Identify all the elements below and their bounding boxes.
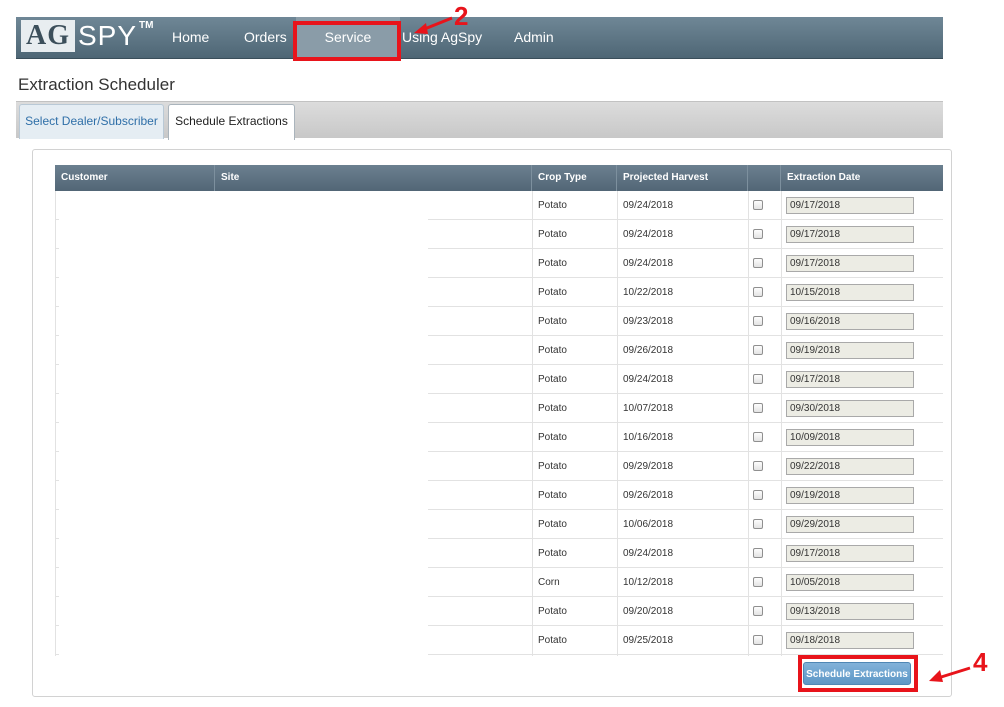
projected-harvest-cell: 10/22/2018: [623, 287, 674, 298]
crop-type-cell: Corn: [538, 577, 560, 588]
annotation-arrow-icon: [929, 666, 971, 682]
extraction-date-input[interactable]: [786, 458, 914, 475]
extraction-date-input[interactable]: [786, 313, 914, 330]
column-header-crop-type[interactable]: Crop Type: [532, 165, 617, 191]
row-select-checkbox[interactable]: [753, 432, 763, 442]
crop-type-cell: Potato: [538, 635, 567, 646]
crop-type-cell: Potato: [538, 316, 567, 327]
tab-strip: Select Dealer/Subscriber Schedule Extrac…: [16, 101, 943, 140]
column-divider: [55, 191, 56, 656]
row-select-checkbox[interactable]: [753, 490, 763, 500]
projected-harvest-cell: 10/12/2018: [623, 577, 674, 588]
row-select-checkbox[interactable]: [753, 519, 763, 529]
app: AG SPY TM Home Orders Service Using AgSp…: [0, 0, 1004, 707]
column-divider: [748, 191, 749, 656]
row-select-checkbox[interactable]: [753, 635, 763, 645]
extraction-date-input[interactable]: [786, 400, 914, 417]
extraction-date-input[interactable]: [786, 284, 914, 301]
tab-schedule-extractions[interactable]: Schedule Extractions: [168, 104, 295, 140]
projected-harvest-cell: 09/29/2018: [623, 461, 674, 472]
row-select-checkbox[interactable]: [753, 287, 763, 297]
row-select-checkbox[interactable]: [753, 316, 763, 326]
annotation-box-service: [293, 21, 401, 61]
column-header-site[interactable]: Site: [215, 165, 532, 191]
logo-trademark: TM: [139, 20, 154, 31]
column-header-customer[interactable]: Customer: [55, 165, 215, 191]
extraction-date-input[interactable]: [786, 574, 914, 591]
crop-type-cell: Potato: [538, 345, 567, 356]
nav-orders[interactable]: Orders: [244, 17, 287, 59]
projected-harvest-cell: 09/26/2018: [623, 345, 674, 356]
projected-harvest-cell: 09/20/2018: [623, 606, 674, 617]
column-header-projected-harvest[interactable]: Projected Harvest: [617, 165, 748, 191]
agspy-logo[interactable]: AG SPY TM: [21, 20, 153, 54]
projected-harvest-cell: 09/24/2018: [623, 258, 674, 269]
extraction-date-input[interactable]: [786, 603, 914, 620]
extraction-date-input[interactable]: [786, 487, 914, 504]
row-select-checkbox[interactable]: [753, 345, 763, 355]
table-header: Customer Site Crop Type Projected Harves…: [55, 165, 943, 191]
row-select-checkbox[interactable]: [753, 577, 763, 587]
column-divider: [781, 191, 782, 656]
row-select-checkbox[interactable]: [753, 461, 763, 471]
annotation-step-4: 4: [973, 647, 988, 677]
logo-spy: SPY: [78, 20, 138, 51]
column-header-extraction-date[interactable]: Extraction Date: [781, 165, 943, 191]
schedule-extractions-button[interactable]: Schedule Extractions: [803, 662, 911, 685]
projected-harvest-cell: 09/23/2018: [623, 316, 674, 327]
extraction-date-input[interactable]: [786, 632, 914, 649]
row-select-checkbox[interactable]: [753, 606, 763, 616]
extraction-date-input[interactable]: [786, 226, 914, 243]
projected-harvest-cell: 09/24/2018: [623, 374, 674, 385]
crop-type-cell: Potato: [538, 374, 567, 385]
annotation-arrow-icon: [414, 16, 453, 34]
crop-type-cell: Potato: [538, 519, 567, 530]
annotation-step-2: 2: [454, 1, 469, 31]
row-select-checkbox[interactable]: [753, 258, 763, 268]
crop-type-cell: Potato: [538, 606, 567, 617]
crop-type-cell: Potato: [538, 403, 567, 414]
projected-harvest-cell: 09/24/2018: [623, 548, 674, 559]
projected-harvest-cell: 10/16/2018: [623, 432, 674, 443]
top-navbar: AG SPY TM Home Orders Service Using AgSp…: [16, 17, 943, 59]
crop-type-cell: Potato: [538, 200, 567, 211]
column-divider: [617, 191, 618, 656]
crop-type-cell: Potato: [538, 229, 567, 240]
projected-harvest-cell: 09/25/2018: [623, 635, 674, 646]
crop-type-cell: Potato: [538, 287, 567, 298]
extraction-date-input[interactable]: [786, 429, 914, 446]
projected-harvest-cell: 10/06/2018: [623, 519, 674, 530]
row-select-checkbox[interactable]: [753, 403, 763, 413]
column-header-select: [748, 165, 781, 191]
nav-home[interactable]: Home: [172, 17, 209, 59]
extraction-date-input[interactable]: [786, 197, 914, 214]
logo-ag: AG: [21, 20, 75, 52]
extraction-date-input[interactable]: [786, 545, 914, 562]
column-divider: [532, 191, 533, 656]
row-select-checkbox[interactable]: [753, 374, 763, 384]
crop-type-cell: Potato: [538, 432, 567, 443]
row-select-checkbox[interactable]: [753, 548, 763, 558]
crop-type-cell: Potato: [538, 461, 567, 472]
projected-harvest-cell: 09/26/2018: [623, 490, 674, 501]
nav-admin[interactable]: Admin: [514, 17, 554, 59]
extraction-date-input[interactable]: [786, 371, 914, 388]
projected-harvest-cell: 09/24/2018: [623, 200, 674, 211]
projected-harvest-cell: 09/24/2018: [623, 229, 674, 240]
crop-type-cell: Potato: [538, 490, 567, 501]
crop-type-cell: Potato: [538, 258, 567, 269]
extraction-date-input[interactable]: [786, 342, 914, 359]
row-select-checkbox[interactable]: [753, 229, 763, 239]
crop-type-cell: Potato: [538, 548, 567, 559]
projected-harvest-cell: 10/07/2018: [623, 403, 674, 414]
tab-select-dealer-subscriber[interactable]: Select Dealer/Subscriber: [19, 104, 164, 139]
extraction-date-input[interactable]: [786, 516, 914, 533]
customer-site-redacted-area: [59, 191, 428, 656]
page-title: Extraction Scheduler: [18, 75, 175, 94]
extraction-date-input[interactable]: [786, 255, 914, 272]
row-select-checkbox[interactable]: [753, 200, 763, 210]
